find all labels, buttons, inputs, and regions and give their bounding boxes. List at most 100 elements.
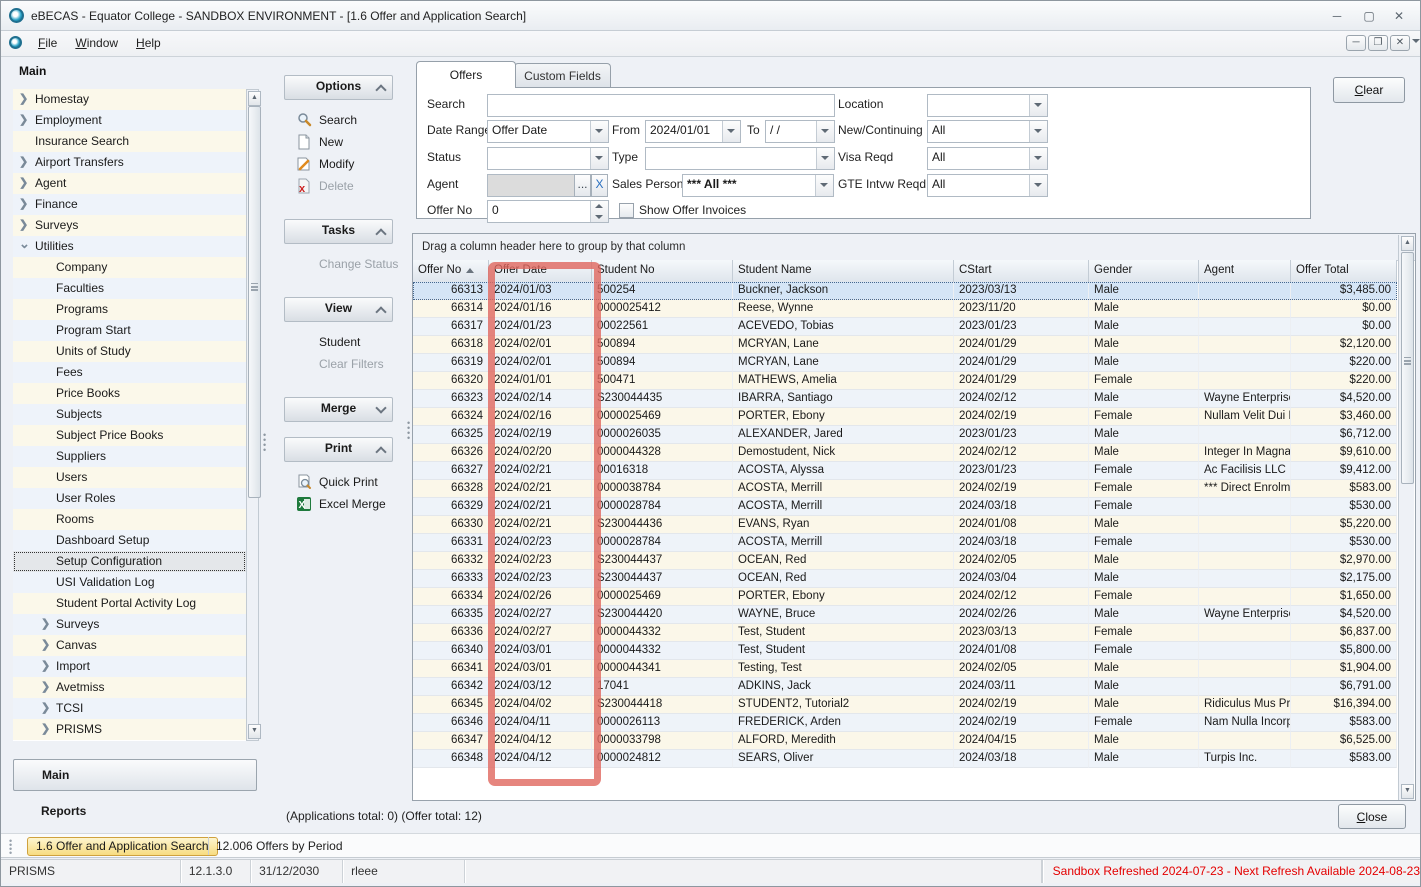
sidebar-item-finance[interactable]: ❯Finance [13,194,246,215]
sidebar-item-dashboard-setup[interactable]: Dashboard Setup [13,530,246,551]
sidebar-item-rooms[interactable]: Rooms [13,509,246,530]
column-header-student-no[interactable]: Student No [592,260,733,282]
sidebar-item-insurance-search[interactable]: Insurance Search [13,131,246,152]
tab-custom-fields[interactable]: Custom Fields [514,63,611,88]
minimize-icon[interactable]: ─ [1326,8,1348,24]
quick-print-button[interactable]: Quick Print [279,471,399,493]
sidebar-item-price-books[interactable]: Price Books [13,383,246,404]
bottom-tab-inactive[interactable]: 12.006 Offers by Period [216,839,343,853]
chevron-right-icon[interactable]: ❯ [19,89,28,110]
sidebar-item-canvas[interactable]: ❯Canvas [13,635,246,656]
table-row[interactable]: 663472024/04/120000033798ALFORD, Meredit… [413,732,1397,750]
sidebar-item-user-roles[interactable]: User Roles [13,488,246,509]
table-row[interactable]: 663322024/02/23S230044437OCEAN, Red2024/… [413,552,1397,570]
table-row[interactable]: 663182024/02/01500894MCRYAN, Lane2024/01… [413,336,1397,354]
menu-item-file[interactable]: File [29,31,66,55]
chevron-right-icon[interactable]: ❯ [19,110,28,131]
dropdown-icon[interactable] [1029,175,1047,196]
to-date-select[interactable]: / / [765,120,835,143]
sidebar-item-usi-validation-log[interactable]: USI Validation Log [13,572,246,593]
table-row[interactable]: 663132024/01/03500254Buckner, Jackson202… [413,282,1397,300]
sidebar-main-button[interactable]: Main [13,759,257,791]
dropdown-icon[interactable] [816,148,834,169]
splitter-handle[interactable]: •••• [407,421,411,441]
chevron-right-icon[interactable]: ❯ [19,152,28,173]
table-row[interactable]: 663292024/02/210000028784ACOSTA, Merrill… [413,498,1397,516]
grid-scrollbar[interactable]: ▲ ▼ [1398,235,1414,800]
chevron-right-icon[interactable]: ❯ [41,677,50,698]
sidebar-item-agent[interactable]: ❯Agent [13,173,246,194]
scroll-down-icon[interactable]: ▼ [1401,784,1414,799]
student-button[interactable]: Student [279,331,399,353]
menu-item-window[interactable]: Window [66,31,127,55]
table-row[interactable]: 663302024/02/21S230044436EVANS, Ryan2024… [413,516,1397,534]
table-row[interactable]: 663232024/02/14S230044435IBARRA, Santiag… [413,390,1397,408]
table-row[interactable]: 663282024/02/210000038784ACOSTA, Merrill… [413,480,1397,498]
scrollbar-thumb[interactable] [248,106,261,498]
table-row[interactable]: 663142024/01/160000025412Reese, Wynne202… [413,300,1397,318]
search-button[interactable]: Search [279,109,399,131]
table-row[interactable]: 663362024/02/270000044332Test, Student20… [413,624,1397,642]
chevron-right-icon[interactable]: ❯ [41,635,50,656]
table-row[interactable]: 663482024/04/120000024812SEARS, Oliver20… [413,750,1397,768]
mdi-dropdown-icon[interactable] [1412,39,1420,43]
dropdown-icon[interactable] [1029,148,1047,169]
dropdown-icon[interactable] [590,148,608,169]
gte-intvw-reqd-select[interactable]: All [927,174,1048,197]
agent-lookup-button[interactable]: ... [574,174,591,197]
close-icon[interactable]: ✕ [1388,8,1410,24]
offer-no-stepper[interactable]: 0 [487,200,609,223]
table-row[interactable]: 663422024/03/1217041ADKINS, Jack2024/03/… [413,678,1397,696]
close-window-button[interactable]: Close [1338,804,1406,829]
sidebar-item-subjects[interactable]: Subjects [13,404,246,425]
dropdown-icon[interactable] [1029,121,1047,142]
mdi-minimize-icon[interactable]: ─ [1346,35,1366,51]
sidebar-item-faculties[interactable]: Faculties [13,278,246,299]
table-row[interactable]: 663352024/02/27S230044420WAYNE, Bruce202… [413,606,1397,624]
dropdown-icon[interactable] [1029,95,1047,116]
agent-clear-button[interactable]: X [591,174,608,197]
sidebar-item-homestay[interactable]: ❯Homestay [13,89,246,110]
chevron-right-icon[interactable]: ❯ [41,614,50,635]
sidebar-item-student-portal-activity-log[interactable]: Student Portal Activity Log [13,593,246,614]
sidebar-reports-button[interactable]: Reports [41,804,86,818]
sidebar-item-programs[interactable]: Programs [13,299,246,320]
group-header-tasks[interactable]: Tasks [284,219,393,244]
group-header-options[interactable]: Options [284,75,393,100]
table-row[interactable]: 663312024/02/230000028784ACOSTA, Merrill… [413,534,1397,552]
group-header-print[interactable]: Print [284,437,393,462]
sales-person-select[interactable]: *** All *** [682,174,834,197]
table-row[interactable]: 663272024/02/2100016318ACOSTA, Alyssa202… [413,462,1397,480]
clear-button[interactable]: Clear [1333,77,1405,103]
dropdown-icon[interactable] [722,121,740,142]
column-header-student-name[interactable]: Student Name [733,260,954,282]
table-row[interactable]: 663342024/02/260000025469PORTER, Ebony20… [413,588,1397,606]
spinner-icons[interactable] [590,201,608,222]
date-range-select[interactable]: Offer Date [487,120,609,143]
type-select[interactable] [645,147,835,170]
menu-item-help[interactable]: Help [127,31,170,55]
dropdown-icon[interactable] [816,121,834,142]
chevron-right-icon[interactable]: ❯ [19,173,28,194]
tab-offers[interactable]: Offers [416,61,516,88]
show-offer-invoices-checkbox[interactable] [619,203,634,218]
search-input[interactable] [487,94,835,117]
restore-icon[interactable]: ▢ [1358,8,1380,24]
table-row[interactable]: 663452024/04/02S230044418STUDENT2, Tutor… [413,696,1397,714]
column-header-offer-date[interactable]: Offer Date [489,260,592,282]
sidebar-item-prisms[interactable]: ❯PRISMS [13,719,246,740]
splitter-handle[interactable]: •••• [263,433,267,453]
group-by-hint[interactable]: Drag a column header here to group by th… [413,234,1415,261]
location-select[interactable] [927,94,1048,117]
sidebar-item-company[interactable]: Company [13,257,246,278]
sidebar-item-utilities[interactable]: ⌄Utilities [13,236,246,257]
chevron-down-icon[interactable]: ⌄ [19,233,30,254]
sidebar-item-import[interactable]: ❯Import [13,656,246,677]
scrollbar-thumb[interactable] [1401,252,1414,484]
sidebar-item-employment[interactable]: ❯Employment [13,110,246,131]
visa-reqd-select[interactable]: All [927,147,1048,170]
table-row[interactable]: 663252024/02/190000026035ALEXANDER, Jare… [413,426,1397,444]
chevron-right-icon[interactable]: ❯ [41,698,50,719]
table-row[interactable]: 663412024/03/010000044341Testing, Test20… [413,660,1397,678]
sidebar-item-setup-configuration[interactable]: Setup Configuration [13,551,246,572]
